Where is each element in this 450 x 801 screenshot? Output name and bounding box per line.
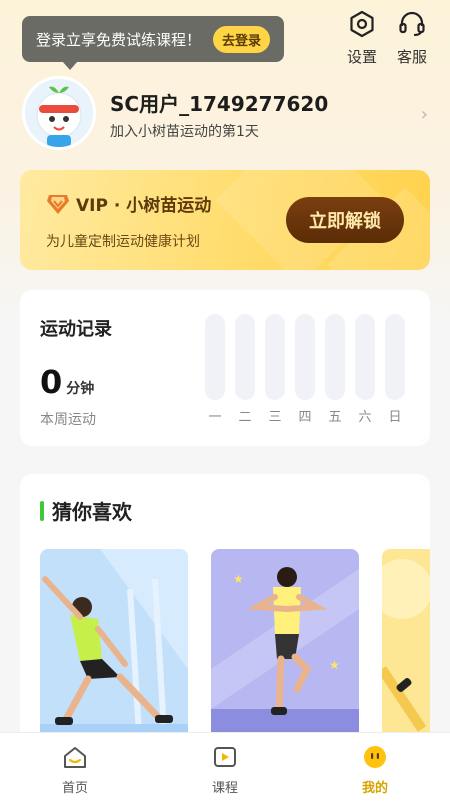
tab-home[interactable]: 首页 [45,745,105,796]
tab-course-label: 课程 [211,781,238,796]
vip-title: VIP · 小树苗运动 [76,196,212,216]
recommend-card: 猜你喜欢 ★ ★ [20,474,430,754]
customer-service-button[interactable]: 客服 [390,10,434,67]
tab-course[interactable]: 课程 [195,745,255,796]
login-tip-bubble: 登录立享免费试练课程！ 去登录 [22,16,284,70]
day-label-sat: 六 [358,410,372,425]
day-bar-tue [235,314,255,400]
course-card[interactable] [382,549,430,749]
day-label-wed: 三 [268,410,282,425]
settings-icon [350,10,374,38]
weekly-minutes: 0 分钟 [40,363,94,401]
tab-home-label: 首页 [61,781,88,796]
vip-description: 为儿童定制运动健康计划 [46,234,200,250]
username: SC用户_1749277620 [110,92,329,116]
unlock-now-button[interactable]: 立即解锁 [286,197,404,243]
tab-mine[interactable]: 我的 [345,745,405,796]
avatar[interactable] [22,76,96,150]
course-card[interactable] [40,549,188,749]
home-icon [64,747,86,768]
diamond-icon [47,194,69,214]
go-login-button[interactable]: 去登录 [213,25,271,53]
avatar-mascot-icon [36,86,82,147]
minutes-unit: 分钟 [66,381,95,397]
mine-smile-icon [364,746,386,768]
day-bar-mon [205,314,225,400]
record-subtitle: 本周运动 [40,412,96,428]
course-thumbnail [382,559,430,732]
svg-text:★: ★ [329,658,340,672]
day-label-fri: 五 [328,410,342,425]
headset-icon [399,11,425,36]
course-card[interactable]: ★ ★ [211,549,359,749]
profile-row[interactable]: SC用户_1749277620 加入小树苗运动的第1天 › [22,76,432,152]
day-label-thu: 四 [298,410,312,425]
chevron-right-icon[interactable]: › [421,104,428,125]
login-tip-text: 登录立享免费试练课程！ [36,30,202,49]
day-label-tue: 二 [238,410,252,425]
minutes-value: 0 [40,363,63,401]
recommend-title-row: 猜你喜欢 [40,496,132,525]
settings-label: 设置 [346,48,377,66]
day-bar-sun [385,314,405,400]
join-days-text: 加入小树苗运动的第1天 [110,124,259,140]
vip-title-row: VIP · 小树苗运动 [46,191,211,216]
recommend-title: 猜你喜欢 [52,500,132,524]
play-video-icon [214,747,236,767]
record-title: 运动记录 [40,319,112,340]
exercise-record-card[interactable]: 运动记录 0 分钟 本周运动 一 二 三 四 五 六 日 [20,290,430,446]
svg-text:★: ★ [233,572,244,586]
course-thumbnail [40,549,188,749]
day-label-sun: 日 [388,410,402,425]
course-thumbnail: ★ ★ [211,567,359,749]
tip-arrow [62,61,78,70]
day-bar-sat [355,314,375,400]
day-bar-wed [265,314,285,400]
bottom-tab-bar: 首页 课程 我的 [0,732,450,801]
vip-card[interactable]: VIP · 小树苗运动 为儿童定制运动健康计划 立即解锁 [20,170,430,270]
day-label-mon: 一 [208,410,222,425]
service-label: 客服 [396,48,427,66]
title-accent-bar [40,500,44,521]
tab-mine-label: 我的 [361,781,388,796]
settings-button[interactable]: 设置 [340,10,384,67]
day-bar-thu [295,314,315,400]
day-bar-fri [325,314,345,400]
